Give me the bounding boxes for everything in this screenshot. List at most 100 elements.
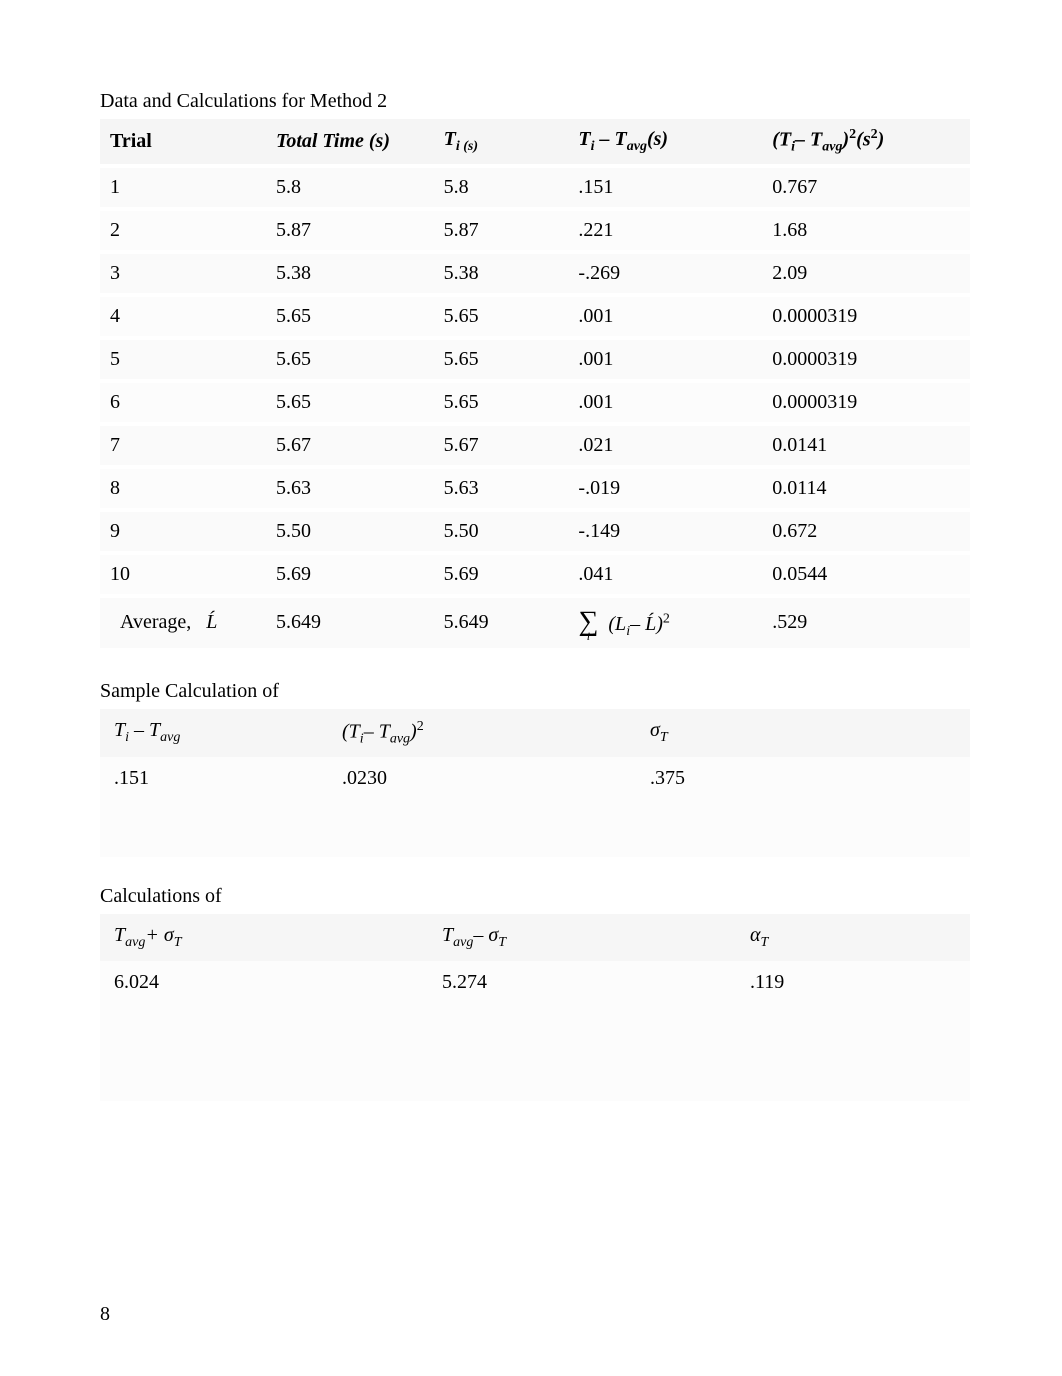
avg-ti: 5.649 bbox=[434, 596, 569, 650]
c-h3-sub: T bbox=[761, 935, 769, 950]
table-row: 15.85.8.1510.767 bbox=[100, 166, 970, 209]
ti-sub: i (s) bbox=[456, 139, 478, 154]
col-sq: (Ti– Tavg)2(s2) bbox=[762, 119, 970, 166]
diff-cell: .221 bbox=[568, 209, 762, 252]
sample-row: .151 .0230 .375 bbox=[100, 757, 970, 857]
avg-sum: ∑ i (Li– Ĺ)2 bbox=[568, 596, 762, 650]
table-row: 45.655.65.0010.0000319 bbox=[100, 295, 970, 338]
tt-cell: 5.65 bbox=[266, 381, 434, 424]
table-row: 65.655.65.0010.0000319 bbox=[100, 381, 970, 424]
sq-cell: 0.0000319 bbox=[762, 338, 970, 381]
tt-cell: 5.8 bbox=[266, 166, 434, 209]
section-title-method2: Data and Calculations for Method 2 bbox=[100, 90, 982, 113]
avg-label: Average, Ĺ bbox=[100, 596, 266, 650]
s-h3-sym: σ bbox=[650, 719, 660, 741]
diff-mid: – T bbox=[595, 128, 627, 150]
sq-cell: 0.672 bbox=[762, 510, 970, 553]
trial-cell: 10 bbox=[100, 553, 266, 596]
table-header-row: Trial Total Time (s) Ti (s) Ti – Tavg(s)… bbox=[100, 119, 970, 166]
sq-cell: 0.0114 bbox=[762, 467, 970, 510]
c-h1-sub2: T bbox=[174, 935, 182, 950]
sum-inner-pre: (L bbox=[608, 613, 626, 635]
ti-cell: 5.65 bbox=[434, 381, 569, 424]
avg-label-pre: Average, bbox=[120, 611, 191, 633]
s-h3-sub: T bbox=[660, 730, 668, 745]
c-h2-sub2: T bbox=[498, 935, 506, 950]
ti-cell: 5.65 bbox=[434, 338, 569, 381]
trial-cell: 7 bbox=[100, 424, 266, 467]
s-h1-sub2: avg bbox=[160, 730, 180, 745]
sq-tail: (s bbox=[856, 129, 870, 151]
sample-calc-table: Ti – Tavg (Ti– Tavg)2 σT .151 .0230 .375 bbox=[100, 709, 970, 858]
sigma-icon: ∑ i bbox=[578, 606, 598, 638]
avg-tt: 5.649 bbox=[266, 596, 434, 650]
sq-tail-sup: 2 bbox=[871, 127, 878, 142]
trial-cell: 6 bbox=[100, 381, 266, 424]
average-row: Average, Ĺ 5.649 5.649 ∑ i (Li– Ĺ)2 .529 bbox=[100, 596, 970, 650]
sq-cell: 0.0544 bbox=[762, 553, 970, 596]
s-h1-mid: – T bbox=[129, 719, 160, 741]
ti-cell: 5.50 bbox=[434, 510, 569, 553]
trial-cell: 9 bbox=[100, 510, 266, 553]
page-number: 8 bbox=[100, 1303, 110, 1326]
ti-cell: 5.8 bbox=[434, 166, 569, 209]
col-total-time: Total Time (s) bbox=[266, 119, 434, 166]
diff-cell: .001 bbox=[568, 295, 762, 338]
table-row: 25.875.87.2211.68 bbox=[100, 209, 970, 252]
diff-pre: T bbox=[578, 128, 590, 150]
diff-cell: -.019 bbox=[568, 467, 762, 510]
diff-cell: .021 bbox=[568, 424, 762, 467]
s-h2-mid: – T bbox=[364, 720, 390, 742]
c-h1-pre: T bbox=[114, 924, 125, 946]
trial-cell: 5 bbox=[100, 338, 266, 381]
calc-c1: 6.024 bbox=[100, 961, 428, 1101]
tt-cell: 5.87 bbox=[266, 209, 434, 252]
c-h2-sub: avg bbox=[453, 935, 473, 950]
diff-cell: .001 bbox=[568, 338, 762, 381]
sq-mid: – T bbox=[795, 129, 822, 151]
diff-cell: .151 bbox=[568, 166, 762, 209]
table-row: 35.385.38-.2692.09 bbox=[100, 252, 970, 295]
ti-cell: 5.65 bbox=[434, 295, 569, 338]
ti-cell: 5.63 bbox=[434, 467, 569, 510]
table-row: 75.675.67.0210.0141 bbox=[100, 424, 970, 467]
tt-cell: 5.65 bbox=[266, 338, 434, 381]
table-row: 95.505.50-.1490.672 bbox=[100, 510, 970, 553]
s-h2-sup: 2 bbox=[417, 719, 424, 734]
c-h2-pre: T bbox=[442, 924, 453, 946]
avg-sq: .529 bbox=[762, 596, 970, 650]
sq-pre: (T bbox=[772, 129, 791, 151]
sq-cell: 1.68 bbox=[762, 209, 970, 252]
trial-cell: 8 bbox=[100, 467, 266, 510]
avg-label-sym: Ĺ bbox=[206, 611, 217, 633]
table-row: 85.635.63-.0190.0114 bbox=[100, 467, 970, 510]
sigma-sub: i bbox=[587, 629, 590, 644]
sq-cell: 0.0141 bbox=[762, 424, 970, 467]
ti-cell: 5.67 bbox=[434, 424, 569, 467]
ti-sym: T bbox=[444, 128, 456, 150]
sample-c1: .151 bbox=[100, 757, 328, 857]
calc-header-row: Tavg+ σT Tavg– σT αT bbox=[100, 914, 970, 961]
sample-h1: Ti – Tavg bbox=[100, 709, 328, 758]
tt-cell: 5.50 bbox=[266, 510, 434, 553]
table-body: 15.85.8.1510.767 25.875.87.2211.68 35.38… bbox=[100, 166, 970, 650]
calc-table: Tavg+ σT Tavg– σT αT 6.024 5.274 .119 bbox=[100, 914, 970, 1101]
diff-post: (s) bbox=[647, 128, 668, 150]
calc-c3: .119 bbox=[736, 961, 970, 1101]
sample-c2: .0230 bbox=[328, 757, 636, 857]
sq-sub2: avg bbox=[822, 140, 842, 155]
tt-cell: 5.69 bbox=[266, 553, 434, 596]
tt-cell: 5.65 bbox=[266, 295, 434, 338]
trial-cell: 4 bbox=[100, 295, 266, 338]
s-h2-sub2: avg bbox=[390, 731, 410, 746]
sum-inner-mid: – Ĺ) bbox=[630, 613, 663, 635]
diff-sub2: avg bbox=[627, 139, 647, 154]
col-ti: Ti (s) bbox=[434, 119, 569, 166]
ti-cell: 5.87 bbox=[434, 209, 569, 252]
section-title-sample: Sample Calculation of bbox=[100, 680, 982, 703]
diff-cell: -.149 bbox=[568, 510, 762, 553]
trial-cell: 2 bbox=[100, 209, 266, 252]
sample-c3: .375 bbox=[636, 757, 970, 857]
s-h2-post: ) bbox=[410, 720, 417, 742]
tt-cell: 5.63 bbox=[266, 467, 434, 510]
